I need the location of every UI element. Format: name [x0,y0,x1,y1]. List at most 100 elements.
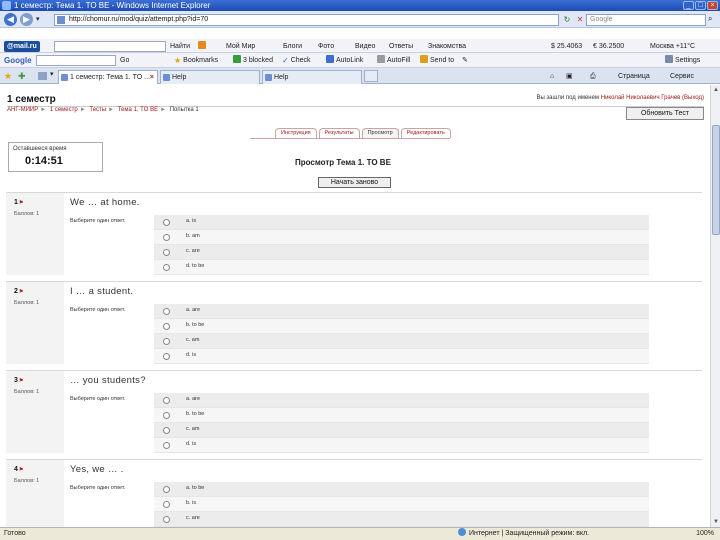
maximize-button[interactable]: □ [695,1,706,10]
logout-link[interactable]: (Выход) [682,95,704,101]
radio-button[interactable] [163,234,170,241]
bookmarks-button[interactable]: ★ Bookmarks [174,55,218,66]
znakomstva-link[interactable]: Знакомства [428,41,466,52]
radio-button[interactable] [163,323,170,330]
google-search-input[interactable] [36,55,116,66]
usd-rate[interactable]: $ 25.4063 [551,41,582,52]
breadcrumb-quiz[interactable]: Тема 1. TO BE [118,107,158,113]
answer-option[interactable]: d. is [154,349,649,364]
answer-label[interactable]: a. are [186,396,200,402]
answer-option[interactable]: c. am [154,423,649,438]
update-quiz-button[interactable]: Обновить Тест [626,107,704,120]
answer-label[interactable]: d. is [186,441,196,447]
answer-option[interactable]: b. to be [154,408,649,423]
tab-info[interactable]: Инструкция [275,128,317,138]
mailru-search-button[interactable]: Найти [170,41,190,52]
back-button[interactable]: ◀ [4,13,17,26]
radio-button[interactable] [163,308,170,315]
answer-option[interactable]: a. are [154,393,649,408]
close-tab-icon[interactable]: × [150,71,154,84]
scroll-up-icon[interactable]: ▲ [712,86,720,94]
video-link[interactable]: Видео [355,41,375,52]
answer-option[interactable]: b. am [154,230,649,245]
answer-label[interactable]: b. to be [186,411,204,417]
answer-label[interactable]: c. am [186,426,199,432]
weather-widget[interactable]: Москва +11°C [650,41,695,52]
answer-option[interactable]: a. is [154,215,649,230]
otvety-link[interactable]: Ответы [389,41,413,52]
mailru-tools-icon[interactable] [198,41,208,52]
send-to-button[interactable]: Send to [420,55,454,66]
security-zone[interactable]: Интернет | Защищенный режим: вкл. [458,528,589,540]
print-icon[interactable]: ⎙ [590,72,596,81]
login-user-link[interactable]: Николай Николаевич Грачев [601,95,681,101]
radio-button[interactable] [163,442,170,449]
answer-label[interactable]: c. are [186,248,200,254]
scroll-thumb[interactable] [712,125,720,235]
web-search-input[interactable]: Google [586,14,706,26]
page-menu[interactable]: Страница [618,72,650,81]
breadcrumb-tests[interactable]: Тесты [89,107,106,113]
restart-button[interactable]: Начать заново [318,177,391,188]
blogi-link[interactable]: Блоги [283,41,302,52]
flag-icon[interactable]: ⚑ [19,289,23,295]
radio-button[interactable] [163,397,170,404]
autolink-button[interactable]: AutoLink [326,55,363,66]
radio-button[interactable] [163,412,170,419]
tab-edit[interactable]: Редактировать [400,128,451,138]
zoom-level[interactable]: 100% [696,528,714,540]
stop-icon[interactable]: ✕ [575,15,585,25]
tab-help-2[interactable]: Help [262,70,362,84]
url-input[interactable]: http://chomur.ru/mod/quiz/attempt.php?id… [54,14,559,26]
answer-option[interactable]: d. to be [154,260,649,275]
moi-mir-link[interactable]: Мой Мир [226,41,255,52]
mailru-search-input[interactable] [54,41,166,52]
quick-tabs-icon[interactable] [38,72,47,80]
answer-option[interactable]: a. to be [154,482,649,497]
answer-option[interactable]: c. are [154,245,649,260]
flag-icon[interactable]: ⚑ [19,200,23,206]
answer-option[interactable]: d. is [154,438,649,453]
radio-button[interactable] [163,338,170,345]
answer-option[interactable]: b. is [154,497,649,512]
recent-pages-dropdown[interactable]: ▾ [36,15,40,23]
autofill-button[interactable]: AutoFill [377,55,410,66]
google-go-button[interactable]: Go [120,55,129,66]
answer-option[interactable]: b. to be [154,319,649,334]
answer-label[interactable]: b. to be [186,322,204,328]
feeds-icon[interactable]: ▣ [566,72,573,81]
answer-label[interactable]: c. are [186,515,200,521]
radio-button[interactable] [163,516,170,523]
answer-label[interactable]: c. am [186,337,199,343]
tab-quiz[interactable]: 1 семестр: Тема 1. TO ... × [58,70,158,84]
highlight-icon[interactable]: ✎ [462,55,468,66]
answer-label[interactable]: d. is [186,352,196,358]
breadcrumb-course[interactable]: АНГ-МИИР [7,107,38,113]
home-icon[interactable]: ⌂ [550,72,554,81]
refresh-icon[interactable]: ↻ [562,15,572,25]
radio-button[interactable] [163,219,170,226]
radio-button[interactable] [163,501,170,508]
tab-results[interactable]: Результаты [318,128,360,138]
google-logo[interactable]: Google [4,55,32,66]
close-window-button[interactable]: × [707,1,718,10]
popup-blocker-button[interactable]: 3 blocked [233,55,273,66]
foto-link[interactable]: Фото [318,41,334,52]
answer-option[interactable]: c. are [154,512,649,527]
add-favorites-icon[interactable]: ✚ [18,71,26,82]
google-settings-button[interactable]: Settings [665,55,700,66]
radio-button[interactable] [163,264,170,271]
flag-icon[interactable]: ⚑ [19,378,23,384]
tab-help-1[interactable]: Help [160,70,260,84]
answer-label[interactable]: a. are [186,307,200,313]
answer-label[interactable]: a. to be [186,485,204,491]
tab-preview[interactable]: Просмотр [361,128,399,138]
flag-icon[interactable]: ⚑ [19,467,23,473]
answer-option[interactable]: a. are [154,304,649,319]
tools-menu[interactable]: Сервис [670,72,694,81]
breadcrumb-semester[interactable]: 1 семестр [50,107,78,113]
answer-label[interactable]: b. am [186,233,200,239]
forward-button[interactable]: ▶ [20,13,33,26]
radio-button[interactable] [163,249,170,256]
mailru-logo[interactable]: @mail.ru [4,41,40,52]
